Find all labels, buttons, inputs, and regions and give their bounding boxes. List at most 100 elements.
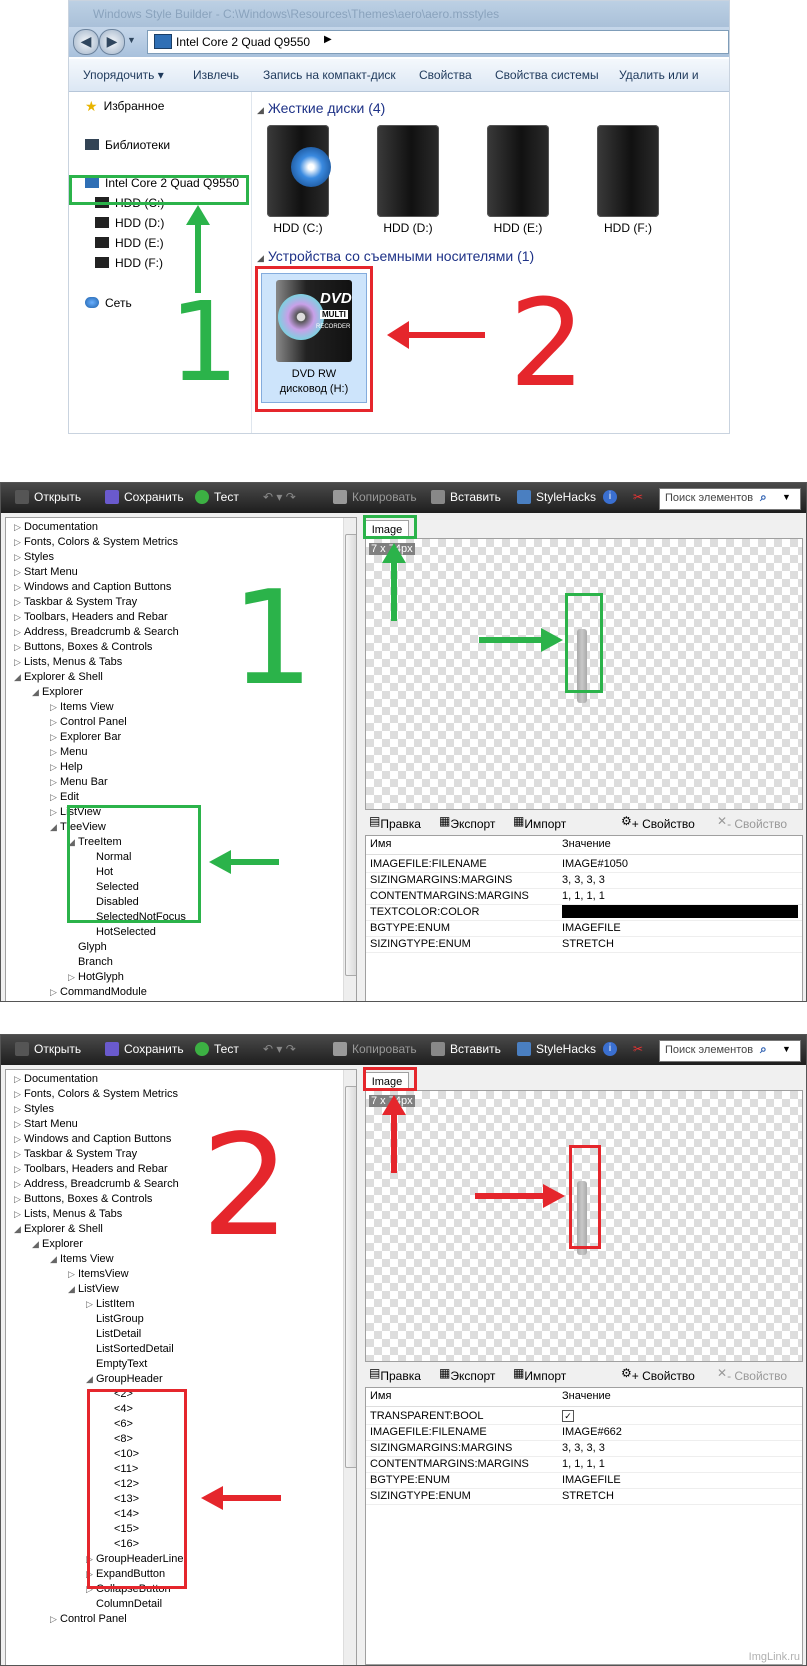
property-row[interactable]: BGTYPE:ENUM IMAGEFILE <box>366 920 802 937</box>
expander-icon[interactable]: ▷ <box>14 1072 24 1087</box>
tree-item[interactable]: EmptyText <box>86 1357 147 1372</box>
open-button[interactable]: Открыть <box>15 490 81 504</box>
organize-button[interactable]: Упорядочить ▾ <box>83 68 164 82</box>
tree-item[interactable]: ▷ Taskbar & System Tray <box>14 1147 137 1162</box>
save-button[interactable]: Сохранить <box>105 1042 184 1056</box>
tree-item[interactable]: ▷ ListItem <box>86 1297 135 1312</box>
tree-item[interactable]: ListDetail <box>86 1327 141 1342</box>
property-row[interactable]: TEXTCOLOR:COLOR <box>366 904 802 921</box>
drive-tile[interactable]: HDD (E:) <box>477 125 557 245</box>
property-row[interactable]: BGTYPE:ENUM IMAGEFILE <box>366 1472 802 1489</box>
tree-item[interactable]: ◢ Explorer & Shell <box>14 670 103 685</box>
collapse-icon[interactable]: ◢ <box>257 105 264 115</box>
tree-item[interactable]: ▷ Taskbar & System Tray <box>14 595 137 610</box>
bool-checkbox[interactable]: ✓ <box>562 1410 574 1422</box>
property-row[interactable]: IMAGEFILE:FILENAME IMAGE#662 <box>366 1424 802 1441</box>
expander-icon[interactable]: ▷ <box>14 595 24 610</box>
uninstall-button[interactable]: Удалить или и <box>619 68 699 82</box>
tree-item[interactable]: ◢ ListView <box>68 1282 119 1297</box>
add-property-button[interactable]: ⚙ + Свойство <box>621 1366 695 1383</box>
expander-icon[interactable]: ▷ <box>14 1162 24 1177</box>
edit-button[interactable]: ▤ Правка <box>369 814 421 831</box>
expander-icon[interactable]: ◢ <box>86 1372 96 1387</box>
undo-button[interactable]: ↶ ▾ ↷ <box>263 490 296 504</box>
tree-item[interactable]: ▷ Start Menu <box>14 565 78 580</box>
copy-button[interactable]: Копировать <box>333 490 417 504</box>
expander-icon[interactable]: ◢ <box>14 1222 24 1237</box>
history-dropdown-icon[interactable]: ▼ <box>127 35 136 45</box>
tree-item[interactable]: ▷ Control Panel <box>50 1612 127 1627</box>
property-row[interactable]: CONTENTMARGINS:MARGINS 1, 1, 1, 1 <box>366 1456 802 1473</box>
tree-item[interactable]: ▷ Buttons, Boxes & Controls <box>14 640 152 655</box>
tree-item[interactable]: ▷ Documentation <box>14 520 98 535</box>
expander-icon[interactable]: ▷ <box>50 745 60 760</box>
scrollbar[interactable] <box>343 1070 356 1665</box>
tree-item[interactable]: ▷ Toolbars, Headers and Rebar <box>14 1162 168 1177</box>
property-row[interactable]: SIZINGTYPE:ENUM STRETCH <box>366 1488 802 1505</box>
expander-icon[interactable]: ▷ <box>14 565 24 580</box>
tree-item[interactable]: ▷ Fonts, Colors & System Metrics <box>14 1087 178 1102</box>
test-button[interactable]: Тест <box>195 490 239 504</box>
expander-icon[interactable]: ▷ <box>14 655 24 670</box>
tree-item[interactable]: ▷ Lists, Menus & Tabs <box>14 1207 122 1222</box>
expander-icon[interactable]: ◢ <box>68 1282 78 1297</box>
tools-icon[interactable]: ✂ <box>633 490 643 504</box>
tree-item[interactable]: ▷ Toolbars, Headers and Rebar <box>14 610 168 625</box>
expander-icon[interactable]: ▷ <box>14 1102 24 1117</box>
tree-item[interactable]: ◢ Explorer <box>32 685 83 700</box>
expander-icon[interactable]: ▷ <box>86 1297 96 1312</box>
drive-tile[interactable]: HDD (F:) <box>587 125 667 245</box>
edit-button[interactable]: ▤ Правка <box>369 1366 421 1383</box>
tree-item[interactable]: ◢ Explorer & Shell <box>14 1222 103 1237</box>
expander-icon[interactable]: ▷ <box>14 535 24 550</box>
expander-icon[interactable]: ▷ <box>14 550 24 565</box>
expander-icon[interactable]: ▷ <box>14 625 24 640</box>
tree-item[interactable]: ▷ Edit <box>50 790 79 805</box>
tree-item[interactable]: ◢ GroupHeader <box>86 1372 163 1387</box>
tree-item[interactable]: ▷ Menu Bar <box>50 775 108 790</box>
property-row[interactable]: SIZINGMARGINS:MARGINS 3, 3, 3, 3 <box>366 872 802 889</box>
tree-item[interactable]: ColumnDetail <box>86 1597 162 1612</box>
tree-item[interactable]: ▷ Windows and Caption Buttons <box>14 1132 171 1147</box>
tree-item[interactable]: HotSelected <box>86 925 156 940</box>
expander-icon[interactable]: ▷ <box>50 775 60 790</box>
info-icon[interactable]: i <box>603 490 617 504</box>
stylehacks-button[interactable]: StyleHacks <box>517 1042 596 1056</box>
expander-icon[interactable]: ▷ <box>50 805 60 820</box>
forward-button[interactable]: ▶ <box>99 29 125 55</box>
scroll-thumb[interactable] <box>345 534 356 976</box>
scrollbar[interactable] <box>343 518 356 1001</box>
test-button[interactable]: Тест <box>195 1042 239 1056</box>
property-row[interactable]: TRANSPARENT:BOOL ✓ <box>366 1408 802 1425</box>
breadcrumb-chevron-icon[interactable]: ▶ <box>324 34 332 45</box>
tree-item[interactable]: ▷ Start Menu <box>14 1117 78 1132</box>
tree-item[interactable]: ▷ HotGlyph <box>68 970 124 985</box>
tree-item[interactable]: ▷ Buttons, Boxes & Controls <box>14 1192 152 1207</box>
expander-icon[interactable]: ▷ <box>14 610 24 625</box>
tree-item[interactable]: ▷ CommandModule <box>50 985 147 1000</box>
expander-icon[interactable]: ▷ <box>14 580 24 595</box>
import-button[interactable]: ▦ Импорт <box>513 1366 566 1383</box>
expander-icon[interactable]: ▷ <box>14 1147 24 1162</box>
tree-item[interactable]: ▷ Items View <box>50 700 114 715</box>
tree-item[interactable]: ▷ Address, Breadcrumb & Search <box>14 1177 179 1192</box>
chevron-down-icon[interactable]: ▼ <box>782 492 791 502</box>
export-button[interactable]: ▦ Экспорт <box>439 814 495 831</box>
drive-tile[interactable]: HDD (C:) <box>257 125 337 245</box>
properties-button[interactable]: Свойства <box>419 68 472 82</box>
expander-icon[interactable]: ◢ <box>50 1252 60 1267</box>
expander-icon[interactable]: ◢ <box>14 670 24 685</box>
property-row[interactable]: CONTENTMARGINS:MARGINS 1, 1, 1, 1 <box>366 888 802 905</box>
info-icon[interactable]: i <box>603 1042 617 1056</box>
property-grid[interactable]: Имя Значение TRANSPARENT:BOOL ✓ IMAGEFILE:… <box>365 1387 803 1665</box>
tree-item[interactable]: ▷ Lists, Menus & Tabs <box>14 655 122 670</box>
tree-item[interactable]: ▷ Styles <box>14 1102 54 1117</box>
open-button[interactable]: Открыть <box>15 1042 81 1056</box>
nav-drive-e[interactable]: HDD (E:) <box>95 236 164 250</box>
expander-icon[interactable]: ▷ <box>50 760 60 775</box>
tree-item[interactable]: ▷ Documentation <box>14 1072 98 1087</box>
tools-icon[interactable]: ✂ <box>633 1042 643 1056</box>
burn-disc-button[interactable]: Запись на компакт-диск <box>263 68 396 82</box>
chevron-down-icon[interactable]: ▼ <box>782 1044 791 1054</box>
expander-icon[interactable]: ▷ <box>50 985 60 1000</box>
